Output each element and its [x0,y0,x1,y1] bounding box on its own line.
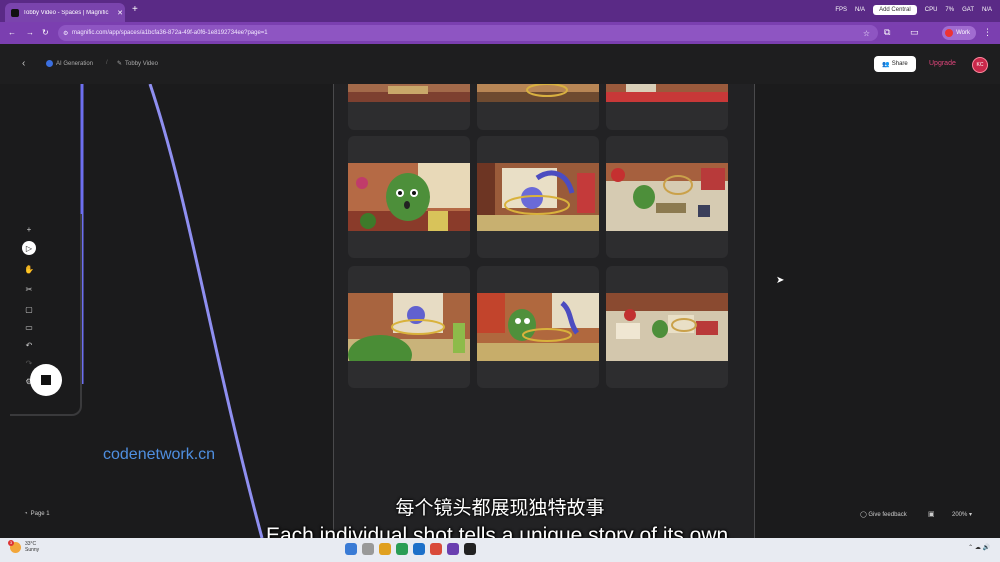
tab-title: Tobby Video - Spaces | Magnific [23,9,109,16]
shot-image [477,293,599,361]
cast-icon[interactable]: ▭ [910,27,919,38]
shot-card[interactable] [606,136,728,258]
profile-label: Work [956,30,970,36]
file-explorer-icon[interactable] [379,543,391,555]
add-central-button[interactable]: Add Central [873,5,917,15]
watermark-text: codenetwork.cn [103,446,216,463]
breadcrumb-separator: / [106,60,108,66]
comment-icon[interactable]: ▭ [22,320,36,334]
breadcrumb-current[interactable]: ✎ Tobby Video [117,60,158,68]
bookmark-star-icon[interactable]: ☆ [863,29,870,38]
system-tray[interactable]: ⌃ ☁ 🔊 [968,544,990,551]
profile-button[interactable]: Work [942,26,976,40]
scissors-icon[interactable]: ✂ [22,282,36,296]
breadcrumb-parent[interactable]: AI Generation [46,60,93,67]
address-bar-row: ← → ↻ ⚙ magnific.com/app/spaces/a1bcfa36… [0,22,1000,44]
sun-icon: 3 [8,539,21,553]
edit-pencil-icon: ✎ [117,61,123,67]
shot-image [348,163,470,231]
app-header: ‹ AI Generation / ✎ Tobby Video 👥 Share … [0,44,1000,84]
browser-menu-icon[interactable]: ⋮ [983,27,992,38]
shot-card[interactable] [477,136,599,258]
shot-image [477,163,599,231]
user-avatar[interactable]: KC [972,57,988,73]
add-icon[interactable]: + [22,222,36,236]
windows-taskbar: 3 33°C Sunny ⌃ ☁ 🔊 [0,538,1000,562]
undo-icon[interactable]: ↶ [22,338,36,352]
shot-image [348,293,470,361]
close-tab-icon[interactable]: ✕ [115,9,125,17]
breadcrumb-parent-label: AI Generation [56,60,94,67]
gpu-value: N/A [981,7,992,13]
extensions-icon[interactable]: ⧉ [884,27,890,38]
back-chevron-icon[interactable]: ‹ [22,58,25,69]
shot-card[interactable] [477,266,599,388]
browser-tab-strip: Tobby Video - Spaces | Magnific ✕ + FPS … [0,0,1000,22]
shot-card[interactable] [348,266,470,388]
weather-desc: Sunny [25,547,40,553]
shot-card[interactable] [606,84,728,130]
share-label: Share [891,61,908,67]
shot-card[interactable] [348,84,470,130]
url-text: magnific.com/app/spaces/a1bcfa36-872a-49… [72,30,268,36]
back-arrow-icon[interactable]: ← [8,28,16,37]
shot-image [606,163,728,231]
mouse-cursor-icon: ➤ [776,275,785,286]
start-icon[interactable] [345,543,357,555]
search-icon[interactable] [362,543,374,555]
browser-tab[interactable]: Tobby Video - Spaces | Magnific ✕ [5,3,125,22]
stop-recording-button[interactable] [30,364,62,396]
people-icon: 👥 [882,61,890,68]
subtitle-chinese: 每个镜头都展现独特故事 [395,497,605,519]
shape-icon[interactable]: ▢ [22,302,36,316]
shot-card[interactable] [477,84,599,130]
fps-label: FPS [835,7,848,13]
shot-card[interactable] [348,136,470,258]
chrome-icon[interactable] [430,543,442,555]
notification-badge: 3 [8,539,14,546]
url-field[interactable]: ⚙ magnific.com/app/spaces/a1bcfa36-872a-… [58,25,878,41]
hand-icon[interactable]: ✋ [22,262,36,276]
forward-arrow-icon[interactable]: → [26,28,34,37]
stop-icon [41,375,51,385]
weather-widget[interactable]: 3 33°C Sunny [8,539,40,553]
space-icon [46,60,53,67]
fps-value: N/A [855,7,866,13]
gpu-label: GAT [962,7,974,13]
share-button[interactable]: 👥 Share [874,56,916,72]
upgrade-link[interactable]: Upgrade [929,60,956,67]
shot-image [606,293,728,361]
curved-wire [148,84,264,538]
shot-card[interactable] [606,266,728,388]
play-cursor-icon[interactable]: ▷ [22,241,36,255]
cpu-label: CPU [924,7,938,13]
edge-icon[interactable] [413,543,425,555]
shot-image [606,84,728,102]
system-monitor: FPS N/A Add Central CPU 7% GAT N/A [835,5,992,15]
reload-icon[interactable]: ↻ [42,28,49,37]
shot-image [477,84,599,102]
new-tab-button[interactable]: + [132,4,138,15]
terminal-icon[interactable] [464,543,476,555]
shots-panel [333,84,755,538]
canvas-area[interactable]: + ▷ ✋ ✂ ▢ ▭ ↶ ↷ ⚙ codenetwork.cn ◔ Page … [0,84,1000,538]
site-info-icon[interactable]: ⚙ [63,30,68,37]
profile-avatar-icon [945,29,954,37]
breadcrumb-current-label: Tobby Video [125,60,158,67]
app-icon[interactable] [447,543,459,555]
shot-image [348,84,470,102]
cpu-value: 7% [945,7,955,13]
app-icon[interactable] [396,543,408,555]
magnific-favicon-icon [11,8,19,17]
